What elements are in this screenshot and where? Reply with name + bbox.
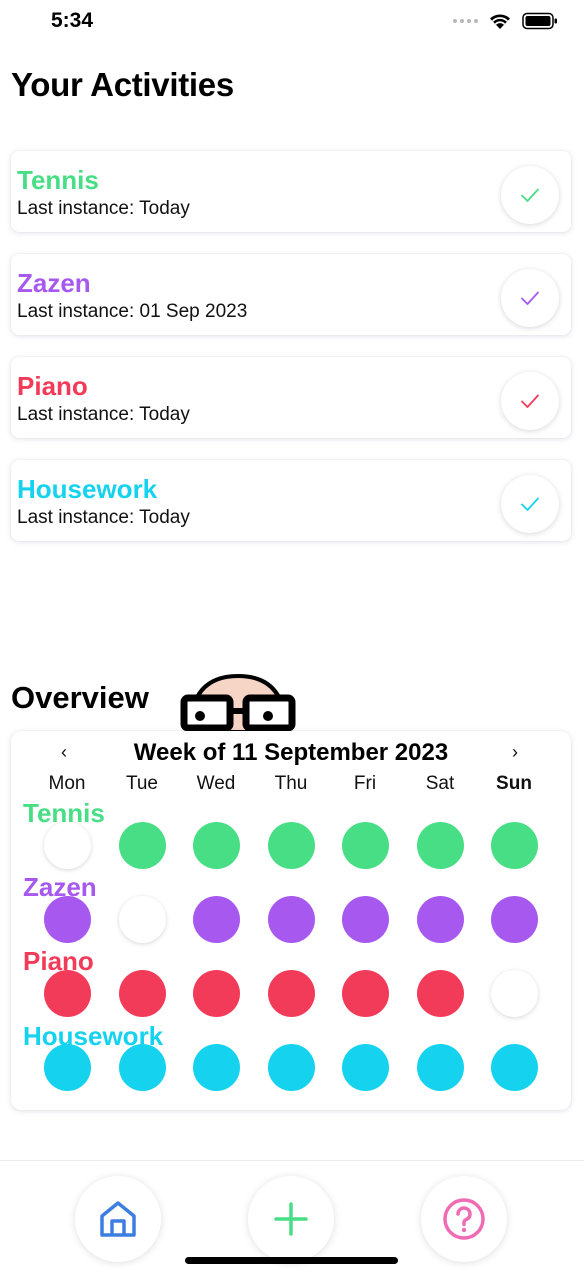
- activity-card-housework[interactable]: Housework Last instance: Today: [11, 460, 571, 541]
- status-icons: [453, 12, 558, 30]
- signal-icon: [453, 19, 478, 23]
- next-week-button[interactable]: ›: [512, 742, 518, 763]
- wifi-icon: [490, 14, 510, 29]
- checkmark-icon: [521, 188, 539, 202]
- activity-name: Zazen: [17, 268, 91, 298]
- day-label-fri: Fri: [353, 773, 377, 794]
- checkmark-icon: [521, 497, 539, 511]
- day-label-tue: Tue: [125, 773, 159, 794]
- last-instance: Last instance: Today: [17, 507, 190, 528]
- completed-day-dot[interactable]: [490, 821, 538, 869]
- battery-icon: [522, 12, 557, 30]
- completed-day-dot[interactable]: [490, 1043, 538, 1091]
- overview-row-label: Tennis: [23, 798, 105, 828]
- checkmark-icon: [521, 291, 539, 305]
- activity-list: Tennis Last instance: Today Zazen Last inst…: [11, 151, 571, 563]
- day-label-mon: Mon: [48, 773, 86, 794]
- log-activity-button[interactable]: [501, 475, 559, 533]
- completed-day-dot[interactable]: [192, 821, 240, 869]
- activity-name: Piano: [17, 371, 88, 401]
- completed-day-dot[interactable]: [416, 969, 464, 1017]
- completed-day-dot[interactable]: [341, 1043, 389, 1091]
- help-icon: [443, 1198, 485, 1240]
- log-activity-button[interactable]: [501, 269, 559, 327]
- completed-day-dot[interactable]: [267, 821, 315, 869]
- checkmark-icon: [521, 394, 539, 408]
- completed-day-dot[interactable]: [490, 895, 538, 943]
- last-instance: Last instance: 01 Sep 2023: [17, 301, 248, 322]
- home-tab-button[interactable]: [75, 1176, 161, 1262]
- page-title: Your Activities: [11, 66, 234, 103]
- activity-name: Tennis: [17, 165, 99, 195]
- last-instance: Last instance: Today: [17, 198, 190, 219]
- status-time: 5:34: [51, 9, 94, 32]
- completed-day-dot[interactable]: [192, 895, 240, 943]
- last-instance: Last instance: Today: [17, 404, 190, 425]
- day-label-thu: Thu: [274, 773, 308, 794]
- completed-day-dot[interactable]: [341, 821, 389, 869]
- screen: 5:34 Your Activities Tennis Last instance…: [0, 0, 584, 1272]
- empty-day-dot[interactable]: [118, 895, 166, 943]
- completed-day-dot[interactable]: [267, 895, 315, 943]
- add-activity-button[interactable]: [248, 1176, 334, 1262]
- completed-day-dot[interactable]: [267, 1043, 315, 1091]
- overview-row-label: Zazen: [23, 872, 97, 902]
- activity-card-tennis[interactable]: Tennis Last instance: Today: [11, 151, 571, 232]
- mascot-icon: [180, 673, 296, 732]
- completed-day-dot[interactable]: [416, 895, 464, 943]
- plus-icon: [274, 1202, 308, 1236]
- help-tab-button[interactable]: [421, 1176, 507, 1262]
- overview-row-label: Housework: [23, 1021, 164, 1051]
- empty-day-dot[interactable]: [490, 969, 538, 1017]
- home-icon: [100, 1201, 136, 1237]
- day-label-sun: Sun: [496, 773, 532, 794]
- home-indicator: [185, 1257, 398, 1264]
- completed-day-dot[interactable]: [416, 821, 464, 869]
- week-label: Week of 11 September 2023: [133, 739, 449, 766]
- activity-card-zazen[interactable]: Zazen Last instance: 01 Sep 2023: [11, 254, 571, 335]
- log-activity-button[interactable]: [501, 372, 559, 430]
- week-nav: ‹ Week of 11 September 2023 ›: [11, 739, 571, 769]
- completed-day-dot[interactable]: [416, 1043, 464, 1091]
- activity-name: Housework: [17, 474, 158, 504]
- day-label-sat: Sat: [425, 773, 455, 794]
- completed-day-dot[interactable]: [118, 821, 166, 869]
- log-activity-button[interactable]: [501, 166, 559, 224]
- tab-bar-divider: [0, 1160, 584, 1161]
- activity-card-piano[interactable]: Piano Last instance: Today: [11, 357, 571, 438]
- overview-card: ‹ Week of 11 September 2023 › Mon Tue Wed T…: [11, 731, 571, 1110]
- completed-day-dot[interactable]: [341, 895, 389, 943]
- overview-row-label: Piano: [23, 946, 94, 976]
- day-label-wed: Wed: [196, 773, 236, 794]
- completed-day-dot[interactable]: [192, 1043, 240, 1091]
- completed-day-dot[interactable]: [118, 969, 166, 1017]
- completed-day-dot[interactable]: [341, 969, 389, 1017]
- completed-day-dot[interactable]: [192, 969, 240, 1017]
- overview-title: Overview: [11, 680, 149, 715]
- completed-day-dot[interactable]: [267, 969, 315, 1017]
